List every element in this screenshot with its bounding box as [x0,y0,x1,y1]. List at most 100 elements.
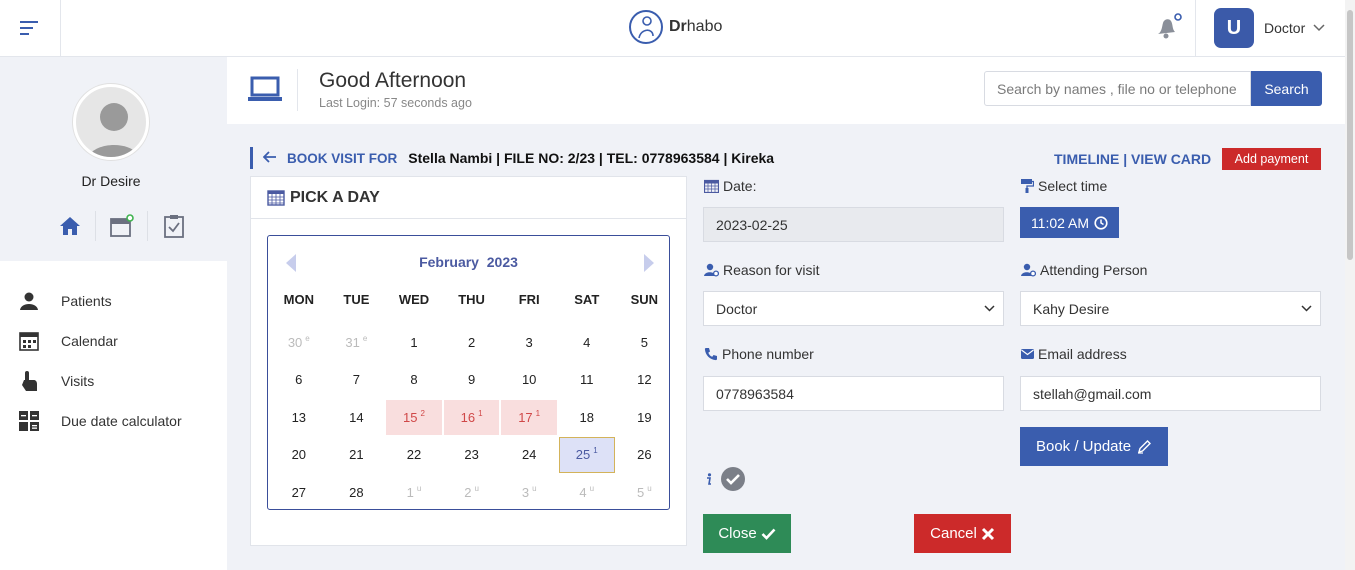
day-number: 22 [406,447,422,463]
header-divider [297,69,298,111]
calendar-day[interactable]: 18 [559,400,615,436]
day-number: 17 [518,409,533,425]
add-payment-button[interactable]: Add payment [1222,148,1321,170]
calendar-day[interactable]: 25 1 [558,437,615,473]
day-number: 2 [464,484,472,500]
calendar-day[interactable]: 9 [444,362,500,398]
sidebar-item-patients[interactable]: Patients [0,281,227,321]
calendar-day[interactable]: 13 [271,400,327,436]
calendar-day: 4u [559,475,615,511]
calendar-day[interactable]: 20 [271,437,327,473]
phone-icon [704,348,717,361]
notifications-button[interactable] [1154,12,1184,40]
calendar-day[interactable]: 23 [444,437,500,473]
calendar-day[interactable]: 6 [271,362,327,398]
patient-search-input[interactable] [984,71,1251,106]
calendar-day[interactable]: 17 1 [501,399,557,435]
day-number: 5 [640,334,648,350]
calendar-day[interactable]: 5 [617,325,673,361]
calendar-grid-icon [267,190,285,206]
cancel-button[interactable]: Cancel [914,514,1011,553]
attending-person-select[interactable]: Kahy Desire [1020,291,1321,326]
tasks-button[interactable] [148,211,200,241]
timeline-view-card-links[interactable]: TIMELINE | VIEW CARD [1054,151,1211,167]
appointments-button[interactable] [96,211,148,241]
email-input[interactable]: stellah@gmail.com [1020,376,1321,411]
laptop-icon [248,76,282,101]
calendar-day[interactable]: 4 [559,325,615,361]
sidebar-item-calendar[interactable]: Calendar [0,321,227,361]
day-number: 4 [583,334,591,350]
top-bar: Drhabo U Doctor [0,0,1355,57]
reason-select[interactable]: Doctor [703,291,1004,326]
menu-icon [20,21,38,35]
close-button[interactable]: Close [703,514,791,553]
phone-number-input[interactable]: 0778963584 [703,376,1004,411]
back-arrow-icon[interactable] [262,150,277,166]
phone-label: Phone number [704,346,814,362]
info-icon[interactable] [706,473,712,485]
weekday-header: SUN [630,291,659,307]
clock-icon [1094,215,1108,230]
calendar-day[interactable]: 12 [617,362,673,398]
day-number: 1 [410,334,418,350]
user-menu[interactable]: U Doctor [1195,0,1345,56]
visit-date-field[interactable]: 2023-02-25 [703,207,1004,242]
day-number: 11 [580,372,594,388]
calendar-day[interactable]: 1 [386,325,442,361]
sidebar-item-visits[interactable]: Visits [0,361,227,401]
calendar-day[interactable]: 8 [386,362,442,398]
calendar-day[interactable]: 24 [501,437,557,473]
day-number: 13 [291,409,307,425]
home-button[interactable] [44,211,96,241]
chevron-down-icon [984,305,995,312]
weekday-header: MON [283,291,314,307]
calendar-day[interactable]: 16 1 [443,399,500,435]
calendar-day[interactable]: 21 [329,437,385,473]
search-button[interactable]: Search [1251,71,1322,106]
day-number: 28 [349,484,364,500]
menu-toggle-button[interactable] [0,0,61,56]
calendar-day[interactable]: 7 [329,362,385,398]
weekday-header: SAT [574,291,600,307]
chevron-down-icon [1313,24,1325,32]
app-logo[interactable]: Drhabo [627,8,722,46]
paint-roller-icon [1021,179,1034,193]
check-circle-icon[interactable] [720,466,746,492]
calendar-day[interactable]: 19 [617,400,673,436]
select-time-button[interactable]: 11:02 AM [1020,207,1119,238]
calendar-day[interactable]: 27 [271,475,327,511]
profile-avatar[interactable] [73,84,149,160]
scrollbar-thumb[interactable] [1347,10,1353,260]
day-number: 9 [467,372,476,388]
day-number: 2 [467,334,476,350]
logo-icon [629,10,663,44]
calendar-day[interactable]: 26 [617,437,673,473]
calendar-month-label: February 2023 [419,254,518,270]
day-number: 30 [287,334,303,350]
day-number: 26 [637,447,652,463]
book-update-button[interactable]: Book / Update [1020,427,1168,466]
calendar-day[interactable]: 14 [329,400,385,436]
calendar-day[interactable]: 15 2 [386,399,442,435]
calendar-day: 2u [444,475,500,511]
calendar-day[interactable]: 28 [329,475,385,511]
sidebar-item-label: Patients [61,293,112,309]
greeting-title: Good Afternoon [319,69,467,92]
attending-label: Attending Person [1021,262,1147,278]
close-x-icon [981,527,994,540]
calendar-day[interactable]: 22 [386,437,442,473]
calendar-icon [704,179,719,193]
weekday-header: FRI [518,291,540,307]
calendar-day[interactable]: 10 [501,362,557,398]
reason-label: Reason for visit [704,262,819,278]
next-month-button[interactable] [644,254,654,272]
calendar-day[interactable]: 2 [444,325,500,361]
sidebar-item-due-date-calculator[interactable]: Due date calculator [0,401,227,441]
day-number: 24 [521,447,537,463]
day-number: 19 [637,409,652,425]
sidebar-item-label: Due date calculator [61,413,182,429]
pick-a-day-header: PICK A DAY [251,177,686,219]
calendar-day[interactable]: 11 [559,362,615,398]
calendar-day[interactable]: 3 [501,325,557,361]
